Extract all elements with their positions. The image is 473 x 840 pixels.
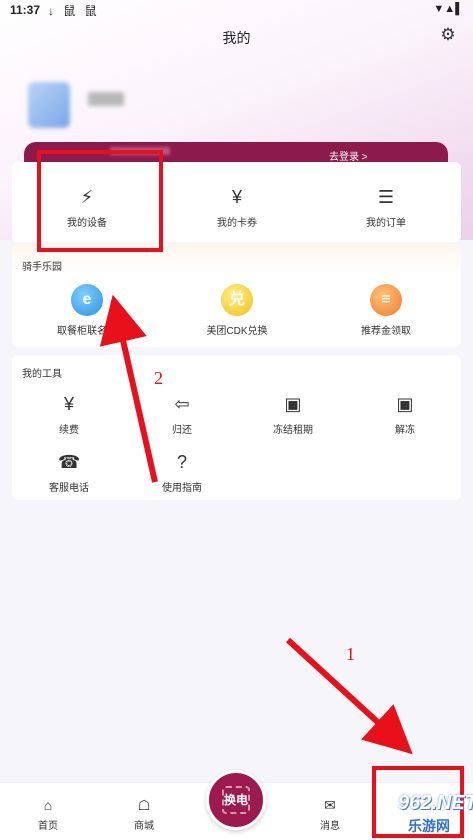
tab-shop[interactable]: ☖ 商城 <box>124 797 164 832</box>
gear-icon[interactable]: ⚙ <box>439 26 457 44</box>
exchange-icon: 兑 <box>221 284 253 316</box>
renew-button[interactable]: ¥ 续费 <box>44 393 94 436</box>
my-orders-button[interactable]: ☰ 我的订单 <box>351 186 421 229</box>
meal-locker-card-button[interactable]: e 取餐柜联名卡 <box>42 284 132 337</box>
my-orders-label: 我的订单 <box>366 218 406 229</box>
tab-home[interactable]: ⌂ 首页 <box>28 797 68 832</box>
customer-service-button[interactable]: ☎ 客服电话 <box>44 451 94 494</box>
annotation-label-1: 1 <box>346 644 355 664</box>
clipboard-icon: ☰ <box>377 187 395 207</box>
return-button[interactable]: ⇦ 归还 <box>157 393 207 436</box>
unfreeze-label: 解冻 <box>395 425 415 436</box>
status-time: 11:37 <box>10 3 41 17</box>
swap-battery-label: 换电 <box>223 793 248 807</box>
avatar[interactable] <box>28 82 70 128</box>
login-link[interactable]: 去登录 > <box>329 148 368 163</box>
return-icon: ⇦ <box>174 394 190 414</box>
renew-label: 续费 <box>59 425 79 436</box>
tools-title: 我的工具 <box>22 369 62 380</box>
freeze-lease-label: 冻结租期 <box>273 425 313 436</box>
watermark-line1: 962.NET <box>398 792 473 814</box>
renew-icon: ¥ <box>63 394 74 414</box>
status-system-icons: ▼▲▌ <box>433 3 463 15</box>
tab-shop-label: 商城 <box>134 821 154 832</box>
status-notification-icons: ↓ 鼠 鼠 <box>48 4 100 18</box>
meal-locker-card-label: 取餐柜联名卡 <box>57 326 117 337</box>
watermark-line2: 乐游网 <box>408 818 450 834</box>
status-bar: 11:37 ↓ 鼠 鼠 ▼▲▌ <box>0 0 473 22</box>
swap-battery-button[interactable]: 换电 <box>206 770 266 830</box>
coupon-icon: ¥ <box>231 187 242 207</box>
message-icon: ✉ <box>324 797 336 813</box>
home-icon: ⌂ <box>43 797 53 813</box>
lock-icon: ▣ <box>284 394 302 414</box>
my-coupons-button[interactable]: ¥ 我的卡券 <box>202 186 272 229</box>
coins-icon: ≡ <box>370 284 402 316</box>
site-watermark: 962.NET 乐游网 <box>398 790 473 840</box>
e-logo-icon: e <box>71 284 103 316</box>
rider-park-title: 骑手乐园 <box>22 262 62 273</box>
annotation-label-2: 2 <box>154 368 163 388</box>
shop-icon: ☖ <box>137 797 151 813</box>
unlock-icon: ▣ <box>396 394 414 414</box>
username: 用户 <box>88 92 124 106</box>
my-coupons-label: 我的卡券 <box>217 218 257 229</box>
referral-bonus-button[interactable]: ≡ 推荐金领取 <box>341 284 431 337</box>
user-guide-button[interactable]: ? 使用指南 <box>157 451 207 494</box>
unfreeze-button[interactable]: ▣ 解冻 <box>380 393 430 436</box>
tab-messages-label: 消息 <box>320 821 340 832</box>
meituan-cdk-label: 美团CDK兑换 <box>206 326 268 337</box>
tab-home-label: 首页 <box>38 821 58 832</box>
user-guide-label: 使用指南 <box>162 483 202 494</box>
return-label: 归还 <box>172 425 192 436</box>
referral-bonus-label: 推荐金领取 <box>361 326 411 337</box>
headset-icon: ☎ <box>58 452 81 472</box>
help-icon: ? <box>176 452 187 472</box>
customer-service-label: 客服电话 <box>49 483 89 494</box>
tab-messages[interactable]: ✉ 消息 <box>310 797 350 832</box>
page-title: 我的 <box>222 30 251 46</box>
arrow-1 <box>285 637 413 755</box>
rider-park-card: 骑手乐园 e 取餐柜联名卡 兑 美团CDK兑换 ≡ 推荐金领取 <box>12 244 461 347</box>
freeze-lease-button[interactable]: ▣ 冻结租期 <box>268 393 318 436</box>
tools-card: 我的工具 ¥ 续费 ⇦ 归还 ▣ 冻结租期 ▣ 解冻 ☎ 客服电话 ? 使用指南 <box>12 355 461 500</box>
meituan-cdk-button[interactable]: 兑 美团CDK兑换 <box>192 284 282 337</box>
annotation-box-devices <box>37 150 163 252</box>
